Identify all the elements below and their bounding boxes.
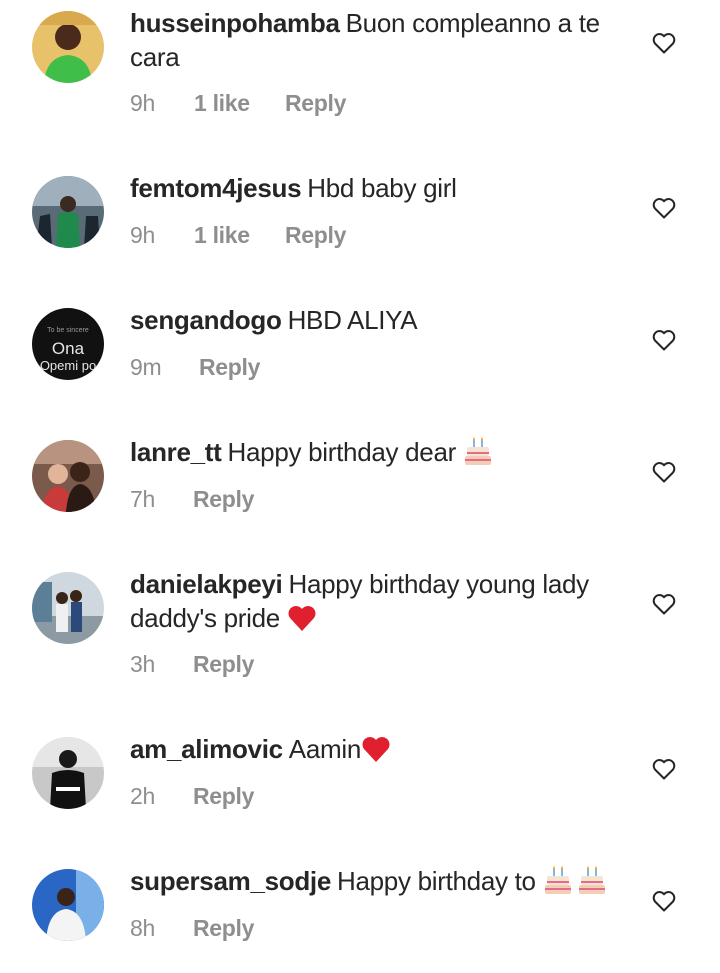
comment-body: lanre_tt Happy birthday dear — [130, 435, 610, 469]
avatar[interactable] — [32, 176, 104, 248]
like-button[interactable] — [652, 461, 676, 483]
comment-username[interactable]: lanre_tt — [130, 437, 222, 467]
heart-outline-icon — [652, 594, 676, 615]
heart-outline-icon — [652, 33, 676, 54]
avatar-image — [32, 869, 104, 941]
avatar-image: To be sincere Ona Opemi po — [32, 308, 104, 380]
comment-time: 7h — [130, 486, 155, 512]
comment-username[interactable]: femtom4jesus — [130, 173, 302, 203]
comment-text: HBD ALIYA — [287, 305, 418, 335]
comment-body: am_alimovic Aamin — [130, 732, 610, 766]
comment-likes[interactable]: 1 like — [194, 222, 250, 249]
heart-outline-icon — [652, 891, 676, 912]
avatar-text: To be sincere — [47, 327, 89, 334]
avatar[interactable] — [32, 440, 104, 512]
avatar-image — [32, 176, 104, 248]
avatar[interactable] — [32, 572, 104, 644]
birthday-cake-icon — [463, 437, 493, 467]
comment-username[interactable]: supersam_sodje — [130, 866, 331, 896]
avatar-image — [32, 440, 104, 512]
comment-text: Happy birthday dear — [227, 437, 457, 467]
avatar[interactable]: To be sincere Ona Opemi po — [32, 308, 104, 380]
comment-username[interactable]: danielakpeyi — [130, 569, 283, 599]
avatar-image — [32, 11, 104, 83]
comment-body: supersam_sodje Happy birthday to — [130, 864, 610, 898]
avatar[interactable] — [32, 737, 104, 809]
reply-button[interactable]: Reply — [199, 354, 260, 381]
comment-time: 9h — [130, 222, 155, 248]
comment-body: danielakpeyi Happy birthday young lady da… — [130, 567, 610, 635]
heart-outline-icon — [652, 198, 676, 219]
comment-body: husseinpohamba Buon compleanno a te cara — [130, 6, 610, 74]
heart-outline-icon — [652, 462, 676, 483]
comment-text: Happy birthday to — [337, 866, 536, 896]
like-button[interactable] — [652, 197, 676, 219]
heart-outline-icon — [652, 330, 676, 351]
red-heart-icon — [361, 734, 391, 764]
like-button[interactable] — [652, 593, 676, 615]
comment-time: 9h — [130, 90, 155, 116]
like-button[interactable] — [652, 329, 676, 351]
comment-username[interactable]: sengandogo — [130, 305, 282, 335]
comment-body: femtom4jesus Hbd baby girl — [130, 171, 610, 205]
comment-text: Hbd baby girl — [307, 173, 457, 203]
heart-outline-icon — [652, 759, 676, 780]
comment-body: sengandogo HBD ALIYA — [130, 303, 610, 337]
avatar-image — [32, 572, 104, 644]
avatar[interactable] — [32, 869, 104, 941]
birthday-cake-icon — [577, 866, 607, 896]
comment-time: 8h — [130, 915, 155, 941]
avatar[interactable] — [32, 11, 104, 83]
avatar-image — [32, 737, 104, 809]
reply-button[interactable]: Reply — [193, 486, 254, 513]
comment-username[interactable]: husseinpohamba — [130, 8, 340, 38]
comment-list: husseinpohamba Buon compleanno a te cara … — [0, 0, 720, 973]
reply-button[interactable]: Reply — [193, 915, 254, 942]
comment-likes[interactable]: 1 like — [194, 90, 250, 117]
comment-username[interactable]: am_alimovic — [130, 734, 283, 764]
like-button[interactable] — [652, 890, 676, 912]
red-heart-icon — [287, 603, 317, 633]
avatar-text: Ona — [52, 339, 85, 358]
like-button[interactable] — [652, 32, 676, 54]
comment-time: 2h — [130, 783, 155, 809]
reply-button[interactable]: Reply — [193, 783, 254, 810]
reply-button[interactable]: Reply — [285, 90, 346, 117]
reply-button[interactable]: Reply — [285, 222, 346, 249]
comment-text: Aamin — [288, 734, 362, 764]
comment-time: 3h — [130, 651, 155, 677]
comment-time: 9m — [130, 354, 162, 380]
birthday-cake-icon — [543, 866, 573, 896]
avatar-text: Opemi po — [40, 358, 96, 373]
reply-button[interactable]: Reply — [193, 651, 254, 678]
like-button[interactable] — [652, 758, 676, 780]
